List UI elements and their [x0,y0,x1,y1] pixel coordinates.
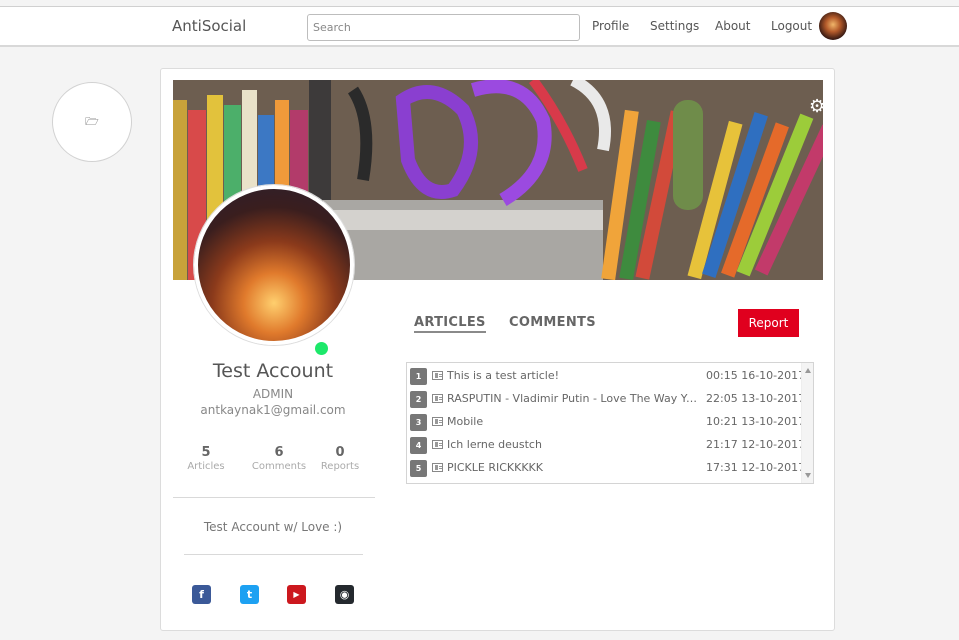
item-number: 3 [410,414,427,431]
stat-reports: 0 Reports [305,445,375,472]
twitter-glyph: t [246,588,253,601]
list-item[interactable]: 1 This is a test article! 00:15 16-10-20… [410,367,806,385]
article-icon [432,371,443,380]
facebook-glyph: f [199,588,204,601]
item-number: 2 [410,391,427,408]
article-timestamp: 17:31 12-10-2017 [706,461,806,474]
top-navbar: AntiSocial Profile Settings About Logout [0,6,959,47]
item-number: 4 [410,437,427,454]
article-title[interactable]: Ich lerne deustch [447,438,700,451]
tab-comments[interactable]: COMMENTS [509,315,596,330]
article-title[interactable]: PICKLE RICKKKKK [447,461,700,474]
nav-logout-link[interactable]: Logout [771,19,812,33]
profile-bio: Test Account w/ Love :) [203,520,343,534]
article-timestamp: 10:21 13-10-2017 [706,415,806,428]
item-number: 1 [410,368,427,385]
item-number: 5 [410,460,427,477]
profile-role: ADMIN [252,387,294,401]
article-title[interactable]: This is a test article! [447,369,700,382]
scroll-up-icon[interactable] [805,368,811,373]
article-title[interactable]: RASPUTIN - Vladimir Putin - Love The Way… [447,392,700,405]
nav-settings-link[interactable]: Settings [650,19,699,33]
stat-articles-label: Articles [187,461,225,472]
stat-comments-label: Comments [251,461,307,472]
article-timestamp: 22:05 13-10-2017 [706,392,806,405]
twitter-icon[interactable]: t [240,585,259,604]
stat-reports-value: 0 [335,445,345,460]
open-folder-icon: 🗁 [85,114,99,128]
article-timestamp: 00:15 16-10-2017 [706,369,806,382]
report-button[interactable]: Report [738,309,799,337]
online-status-indicator [315,342,328,355]
brand-logo[interactable]: AntiSocial [172,17,246,35]
stat-articles: 5 Articles [171,445,241,472]
profile-card: ⚙ Test Account ADMIN antkaynak1@gmail.co… [160,68,835,631]
search-input[interactable] [307,14,580,41]
upload-button[interactable]: 🗁 [52,82,132,162]
user-avatar[interactable] [819,12,847,40]
list-item[interactable]: 2 RASPUTIN - Vladimir Putin - Love The W… [410,390,806,408]
stat-comments-value: 6 [274,445,284,460]
facebook-icon[interactable]: f [192,585,211,604]
youtube-icon[interactable]: ▶ [287,585,306,604]
nav-about-link[interactable]: About [715,19,750,33]
profile-email: antkaynak1@gmail.com [200,403,346,417]
nav-profile-link[interactable]: Profile [592,19,629,33]
list-item[interactable]: 5 PICKLE RICKKKKK 17:31 12-10-2017 [410,459,806,477]
github-icon[interactable]: ◉ [335,585,354,604]
divider [173,497,375,498]
scroll-down-icon[interactable] [805,473,811,478]
youtube-glyph: ▶ [293,590,300,599]
article-timestamp: 21:17 12-10-2017 [706,438,806,451]
article-icon [432,440,443,449]
articles-list: 1 This is a test article! 00:15 16-10-20… [406,362,814,484]
list-item[interactable]: 4 Ich lerne deustch 21:17 12-10-2017 [410,436,806,454]
divider [184,554,363,555]
tab-articles[interactable]: ARTICLES [414,315,486,333]
article-icon [432,417,443,426]
stat-articles-value: 5 [201,445,211,460]
stat-comments: 6 Comments [244,445,314,472]
article-icon [432,463,443,472]
list-scrollbar[interactable] [801,363,813,483]
article-title[interactable]: Mobile [447,415,700,428]
list-item[interactable]: 3 Mobile 10:21 13-10-2017 [410,413,806,431]
gear-icon[interactable]: ⚙ [809,98,823,116]
profile-avatar [194,185,354,345]
profile-name: Test Account [212,360,334,382]
stat-reports-label: Reports [320,461,360,472]
github-glyph: ◉ [339,588,350,601]
article-icon [432,394,443,403]
